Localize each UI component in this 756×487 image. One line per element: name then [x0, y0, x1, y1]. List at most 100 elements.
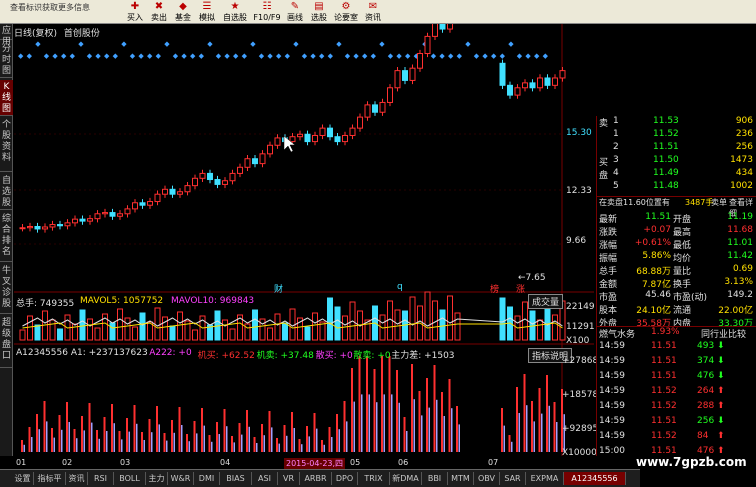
toolbar-button-7[interactable]: ▤ 选股	[308, 0, 330, 24]
price-axis-label: 12.33	[566, 186, 592, 196]
indicator-bar	[136, 423, 138, 452]
candle-body	[267, 144, 273, 155]
indicator-bar	[103, 417, 106, 452]
signal-marker: ◆	[52, 52, 58, 60]
volume-bar	[192, 329, 198, 341]
side-tab-0[interactable]: 应用	[0, 24, 13, 47]
side-tab-5[interactable]: 综合排名	[0, 212, 13, 262]
quote-row: 涨跌 +0.07 最高 11.68	[597, 225, 756, 238]
volume-button[interactable]: 成交量	[528, 294, 564, 309]
order-book-row[interactable]: 卖 1 11.53 906	[597, 116, 756, 129]
toolbar-button-9[interactable]: ✉ 资讯	[362, 0, 384, 24]
indicator-tab[interactable]: BOLL	[114, 472, 146, 485]
side-tab-2[interactable]: K线图	[0, 80, 13, 116]
indicator-bar	[391, 394, 393, 452]
quote-value: +0.07	[643, 225, 671, 235]
tick-price: 11.51	[651, 371, 677, 381]
volume-bar	[252, 309, 258, 341]
indicator-tab[interactable]: VR	[278, 472, 300, 485]
indicator-tab[interactable]: RSI	[88, 472, 114, 485]
indicator-tab[interactable]: W&R	[168, 472, 194, 485]
toolbar-button-label: 选股	[311, 13, 327, 22]
signal-marker: ◆	[534, 52, 540, 60]
signal-marker: ◆	[345, 52, 351, 60]
order-book-row[interactable]: 买 3 11.50 1473	[597, 155, 756, 168]
side-tab-7[interactable]: 超级盘口	[0, 316, 13, 368]
indicator-tab[interactable]: BIAS	[220, 472, 252, 485]
signal-marker: ◆	[87, 52, 93, 60]
candle-body	[507, 84, 513, 96]
order-book-row[interactable]: 5 11.48 1002	[597, 181, 756, 194]
quote-value: 7.87亿	[641, 280, 671, 290]
candle-body	[64, 222, 71, 227]
side-tab-6[interactable]: 牛叉诊股	[0, 264, 13, 314]
volume-bar	[124, 317, 131, 341]
volume-axis-label: 22149	[566, 302, 595, 312]
indicator-tab[interactable]: MTM	[448, 472, 474, 485]
indicator-header-item: 主力差: +1503	[391, 351, 455, 361]
indicator-bar	[323, 444, 325, 452]
indicator-bar	[83, 430, 85, 452]
toolbar-button-6[interactable]: ✎ 画线	[284, 0, 306, 24]
order-price: 11.51	[653, 142, 679, 152]
indicator-tab[interactable]: ASI	[252, 472, 278, 485]
candle-body	[117, 213, 123, 217]
signal-marker: ◆	[164, 40, 170, 48]
order-price: 11.49	[653, 168, 679, 178]
signal-marker: ◆	[35, 40, 41, 48]
side-tab-3[interactable]: 个股资料	[0, 118, 13, 172]
order-book-row[interactable]: 2 11.51 256	[597, 142, 756, 155]
indicator-tab[interactable]: SAR	[500, 472, 526, 485]
volume-bar	[87, 318, 93, 341]
indicator-tab[interactable]: DPO	[332, 472, 358, 485]
indicator-tab[interactable]: DMI	[194, 472, 220, 485]
volume-bar	[117, 308, 123, 341]
indicator-bar	[163, 433, 166, 452]
signal-marker: ◆	[396, 52, 402, 60]
candle-body	[169, 188, 176, 195]
order-book-row[interactable]: 盘 4 11.49 434	[597, 168, 756, 181]
tick-price: 11.52	[651, 386, 677, 396]
indicator-tab[interactable]: 新DMA	[390, 472, 422, 485]
side-tab-4[interactable]: 自选股	[0, 174, 13, 210]
indicator-tab[interactable]: OBV	[474, 472, 500, 485]
indicator-bar	[113, 423, 115, 452]
indicator-tab[interactable]: EXPMA	[526, 472, 564, 485]
indicator-bar	[133, 405, 136, 452]
indicator-tab[interactable]: 设置	[12, 472, 34, 485]
order-book-row[interactable]: 1 11.52 236	[597, 129, 756, 142]
indicator-tab[interactable]: 主力	[146, 472, 168, 485]
tick-volume: 288	[697, 401, 715, 411]
indicator-tab[interactable]: ARBR	[300, 472, 332, 485]
toolbar-button-3[interactable]: ☰ 模拟	[196, 0, 218, 24]
kline-mode[interactable]: 日线(复权)	[14, 29, 57, 39]
candle-body	[177, 191, 183, 195]
search-hint[interactable]: 查看标识获取更多信息	[10, 2, 120, 12]
tick-row: 14:59 11.51 476 ⬇	[597, 370, 756, 385]
indicator-bar	[186, 434, 188, 452]
arrow-up-icon: ⬆	[717, 401, 725, 411]
toolbar-button-5[interactable]: ☷ F10/F9	[252, 0, 282, 24]
toolbar-button-2[interactable]: ◆ 基金	[172, 0, 194, 24]
candle-body	[229, 172, 236, 182]
signal-marker: ◆	[233, 52, 239, 60]
toolbar-button-8[interactable]: ⚙ 论要室	[332, 0, 360, 24]
toolbar-button-4[interactable]: ★ 自选股	[220, 0, 250, 24]
candle-body	[312, 134, 318, 143]
side-tab-1[interactable]: 分时图	[0, 42, 13, 78]
candle-body	[139, 202, 146, 206]
indicator-tab[interactable]: TRIX	[358, 472, 390, 485]
toolbar-button-0[interactable]: ✚ 买入	[124, 0, 146, 24]
indicator-tab[interactable]: 资讯	[66, 472, 88, 485]
toolbar-button-1[interactable]: ✖ 卖出	[148, 0, 170, 24]
indicator-tab[interactable]: BBI	[422, 472, 448, 485]
indicator-bar	[451, 408, 453, 452]
indicator-tab[interactable]: A12345556	[564, 472, 626, 485]
signal-marker: ◆	[405, 52, 411, 60]
indicator-tab[interactable]: 指标平台	[34, 472, 66, 485]
volume-bar	[544, 305, 551, 341]
signal-marker: ◆	[259, 52, 265, 60]
indicator-bar	[388, 356, 391, 452]
sector-compare-link[interactable]: 同行业比较	[701, 327, 746, 340]
indicator-bar	[58, 415, 61, 452]
